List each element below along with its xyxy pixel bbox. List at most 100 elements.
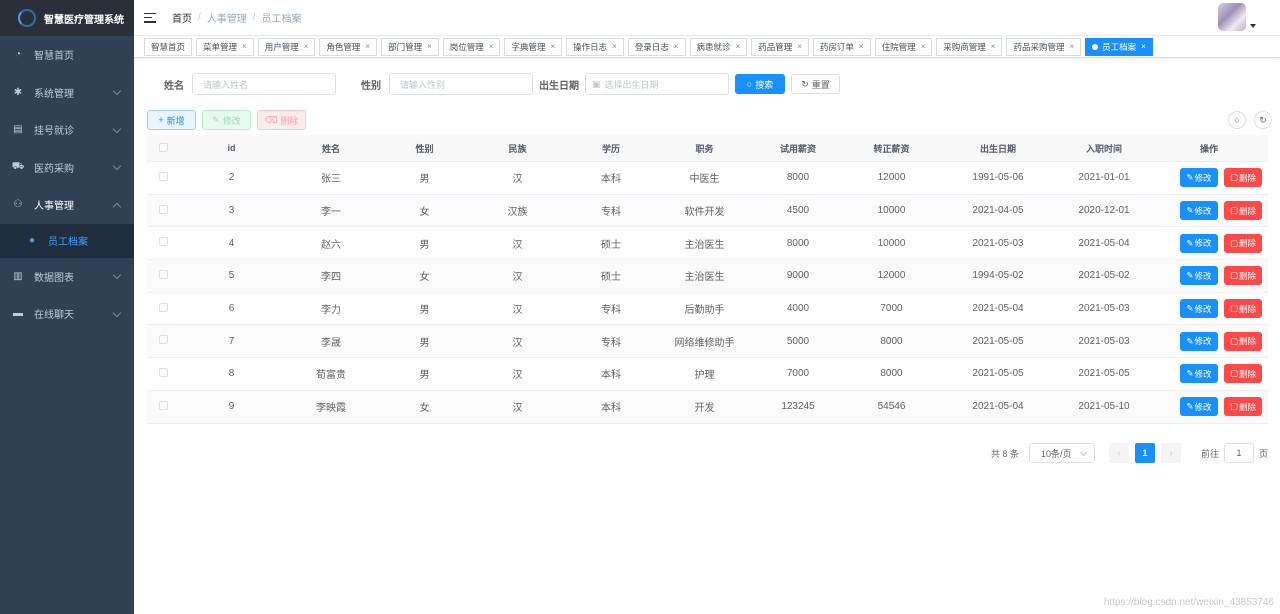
gender-input[interactable]: 请输入性别	[389, 73, 533, 95]
row-checkbox[interactable]	[158, 171, 168, 181]
tag-6[interactable]: 字典管理 ×	[504, 37, 563, 56]
row-edit-button[interactable]: ✎ 修改	[1180, 364, 1218, 384]
sidebar-item-5[interactable]: ▥ 数据图表	[0, 258, 134, 296]
row-edit-label: 修改	[1194, 172, 1212, 183]
close-icon[interactable]: ×	[674, 42, 679, 51]
tag-8[interactable]: 登录日志 ×	[627, 37, 686, 56]
edit-button[interactable]: ✎ 修改	[202, 110, 251, 130]
tag-11[interactable]: 药房订单 ×	[812, 37, 871, 56]
close-icon[interactable]: ×	[612, 42, 617, 51]
table-row[interactable]: 3 李一 女 汉族 专科 软件开发 4500 10000 2021-04-05 2020-12-0…	[147, 194, 1268, 228]
close-icon[interactable]: ×	[1141, 42, 1146, 51]
row-checkbox[interactable]	[158, 204, 168, 214]
close-icon[interactable]: ×	[1069, 42, 1074, 51]
row-checkbox[interactable]	[158, 400, 168, 410]
row-checkbox[interactable]	[158, 302, 168, 312]
sidebar-item-6[interactable]: ▬ 在线聊天	[0, 295, 134, 333]
row-checkbox[interactable]	[158, 335, 168, 345]
close-icon[interactable]: ×	[304, 42, 309, 51]
row-edit-button[interactable]: ✎ 修改	[1180, 299, 1218, 319]
tag-4[interactable]: 部门管理 ×	[381, 37, 439, 56]
tag-3[interactable]: 角色管理 ×	[319, 37, 378, 56]
table-cell: 汉	[512, 403, 523, 415]
refresh-button[interactable]: ↻	[1254, 111, 1272, 129]
hamburger-icon[interactable]	[144, 12, 156, 23]
table-cell: 汉	[512, 174, 523, 186]
chevron-down-icon	[112, 87, 122, 96]
close-icon[interactable]: ×	[427, 42, 432, 51]
tag-2[interactable]: 用户管理 ×	[257, 37, 316, 56]
sidebar-item-2[interactable]: ▤ 挂号就诊	[0, 111, 134, 149]
row-delete-button[interactable]: ▢ 删除	[1224, 168, 1262, 188]
row-delete-button[interactable]: ▢ 删除	[1224, 364, 1262, 384]
table-row[interactable]: 2 张三 男 汉 本科 中医生 8000 12000 1991-05-06 2021-01-01 ✎…	[147, 162, 1268, 195]
row-actions: ✎ 修改 ▢ 删除	[1150, 201, 1268, 221]
table-cell: 2021-01-01	[1078, 172, 1130, 184]
tag-9[interactable]: 病患就诊 ×	[689, 37, 748, 56]
avatar[interactable]	[1218, 3, 1246, 31]
next-page-button[interactable]: ›	[1160, 443, 1181, 463]
tag-5[interactable]: 岗位管理 ×	[442, 37, 501, 56]
sidebar-item-3[interactable]: ⛟ 医药采购	[0, 149, 134, 187]
search-button[interactable]: ○ 搜索	[735, 74, 785, 94]
prev-page-button[interactable]: ‹	[1108, 443, 1129, 463]
table-cell: 2021-05-10	[1078, 401, 1130, 413]
name-input[interactable]: 请输入姓名	[192, 73, 336, 95]
page-number-current[interactable]: 1	[1134, 443, 1155, 463]
row-delete-button[interactable]: ▢ 删除	[1224, 299, 1262, 319]
close-icon[interactable]: ×	[365, 42, 370, 51]
close-icon[interactable]: ×	[550, 42, 555, 51]
table-row[interactable]: 7 李晟 男 汉 专科 网络维修助手 5000 8000 2021-05-05 2021-05-0…	[147, 325, 1268, 359]
user-menu[interactable]	[1218, 3, 1256, 31]
page-size-select[interactable]: 10条/页	[1028, 443, 1095, 463]
sidebar-item-4[interactable]: ⚇ 人事管理	[0, 186, 134, 224]
table-row[interactable]: 8 荀富贵 男 汉 本科 护理 7000 8000 2021-05-05 2021-05-05 ✎ 修…	[147, 358, 1268, 391]
tag-12[interactable]: 住院管理 ×	[874, 37, 933, 56]
table-row[interactable]: 6 李力 男 汉 专科 后勤助手 4000 7000 2021-05-04 2021-05-03 ✎…	[147, 293, 1268, 326]
row-edit-button[interactable]: ✎ 修改	[1180, 266, 1218, 286]
goto-page-input[interactable]: 1	[1223, 443, 1254, 463]
add-button[interactable]: + 新增	[147, 110, 196, 130]
sidebar-subitem-employee-records[interactable]: ● 员工档案	[0, 223, 134, 258]
table-row[interactable]: 9 李映霞 女 汉 本科 开发 123245 54546 2021-05-04 2021-05-1…	[147, 390, 1268, 424]
close-icon[interactable]: ×	[736, 42, 741, 51]
tag-15[interactable]: 员工档案 ×	[1085, 37, 1153, 56]
close-icon[interactable]: ×	[797, 42, 802, 51]
row-edit-button[interactable]: ✎ 修改	[1180, 331, 1218, 351]
table-cell: 主治医生	[684, 272, 725, 284]
row-edit-button[interactable]: ✎ 修改	[1180, 168, 1218, 188]
close-icon[interactable]: ×	[991, 42, 996, 51]
select-all-checkbox[interactable]	[158, 142, 168, 152]
tag-1[interactable]: 菜单管理 ×	[196, 37, 254, 56]
close-icon[interactable]: ×	[242, 42, 247, 51]
row-delete-button[interactable]: ▢ 删除	[1224, 201, 1262, 221]
delete-button[interactable]: ⌫ 删除	[257, 110, 306, 130]
close-icon[interactable]: ×	[921, 42, 926, 51]
row-delete-button[interactable]: ▢ 删除	[1224, 233, 1262, 253]
close-icon[interactable]: ×	[859, 42, 864, 51]
table-row[interactable]: 5 李四 女 汉 硕士 主治医生 9000 12000 1994-05-02 2021-05-02…	[147, 260, 1268, 293]
tag-14[interactable]: 药品采购管理 ×	[1006, 37, 1082, 56]
caret-down-icon[interactable]	[1250, 24, 1256, 28]
row-delete-button[interactable]: ▢ 删除	[1224, 397, 1262, 417]
row-delete-button[interactable]: ▢ 删除	[1224, 331, 1262, 351]
row-checkbox[interactable]	[158, 269, 168, 279]
row-edit-button[interactable]: ✎ 修改	[1180, 201, 1218, 221]
row-delete-button[interactable]: ▢ 删除	[1224, 266, 1262, 286]
tag-10[interactable]: 药品管理 ×	[751, 37, 809, 56]
table-row[interactable]: 4 赵六 男 汉 硕士 主治医生 8000 10000 2021-05-03 2021-05-04…	[147, 227, 1268, 261]
tag-7[interactable]: 操作日志 ×	[566, 37, 624, 56]
sidebar-item-1[interactable]: ✱ 系统管理	[0, 74, 134, 112]
toggle-search-button[interactable]: ○	[1228, 111, 1246, 129]
reset-button[interactable]: ↻ 重置	[791, 74, 840, 94]
tag-0[interactable]: 智慧首页	[144, 37, 193, 56]
close-icon[interactable]: ×	[489, 42, 494, 51]
birth-date-picker[interactable]: ▣ 选择出生日期	[585, 73, 729, 95]
row-edit-button[interactable]: ✎ 修改	[1180, 397, 1218, 417]
sidebar-item-0[interactable]: ◔ 智慧首页	[0, 36, 134, 74]
row-edit-button[interactable]: ✎ 修改	[1180, 233, 1218, 253]
breadcrumb-item-home[interactable]: 首页	[172, 10, 192, 25]
row-checkbox[interactable]	[158, 237, 168, 247]
row-checkbox[interactable]	[158, 367, 168, 377]
tag-13[interactable]: 采购商管理 ×	[936, 37, 1003, 56]
